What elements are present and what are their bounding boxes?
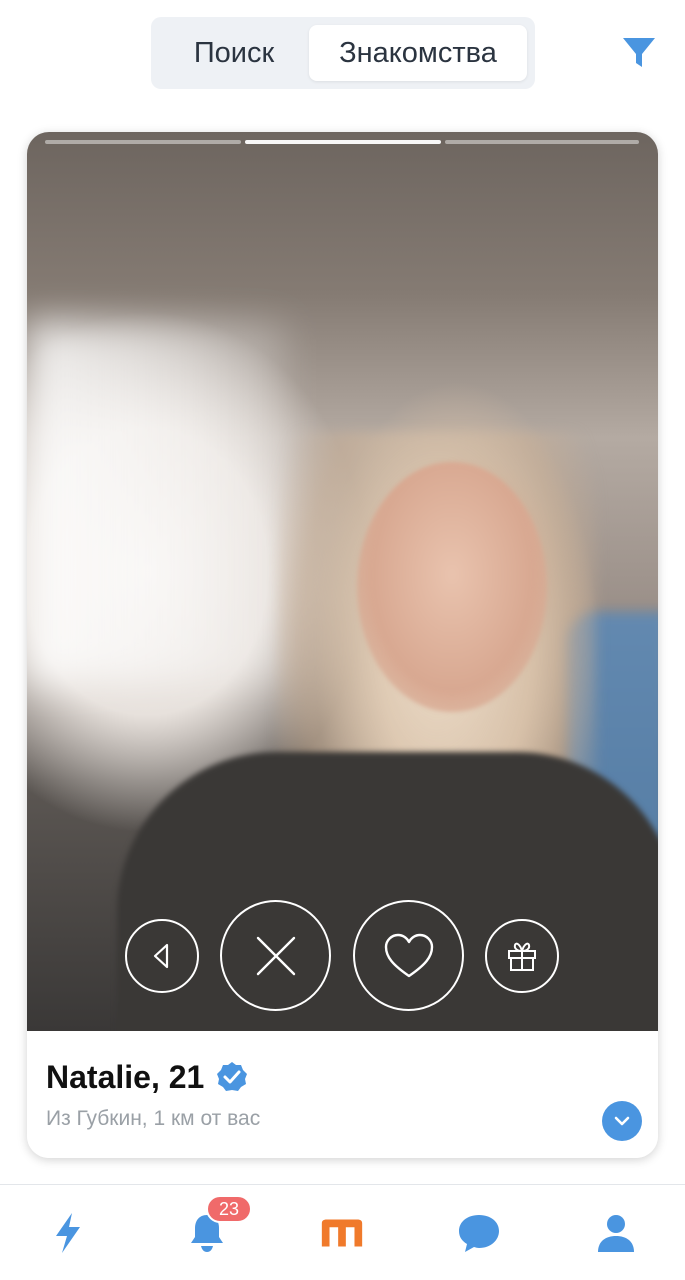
- expand-profile-button[interactable]: [602, 1101, 642, 1141]
- notifications-badge: 23: [206, 1195, 252, 1223]
- lightning-icon: [56, 1213, 80, 1253]
- verified-badge-icon: [216, 1061, 248, 1093]
- gift-button[interactable]: [485, 919, 559, 993]
- profile-photo[interactable]: [27, 132, 658, 1031]
- photo-progress-segment-active: [245, 140, 441, 144]
- profile-location: Из Губкин, 1 км от вас: [46, 1107, 261, 1130]
- profile-name-age: Natalie, 21: [46, 1059, 205, 1095]
- dislike-button[interactable]: [220, 900, 331, 1011]
- chevron-down-icon: [614, 1116, 630, 1126]
- dislike-x-icon: [256, 936, 295, 975]
- profile-info: Natalie, 21 Из Губкин, 1 км от вас: [27, 1031, 658, 1158]
- photo-window-glare: [27, 322, 287, 682]
- nav-messages[interactable]: [455, 1209, 503, 1257]
- profile-icon: [598, 1215, 634, 1252]
- nav-profile[interactable]: [592, 1209, 640, 1257]
- tab-search[interactable]: Поиск: [159, 25, 309, 81]
- chat-bubble-icon: [459, 1215, 499, 1252]
- tab-dating[interactable]: Знакомства: [309, 25, 527, 81]
- filter-icon[interactable]: [620, 34, 658, 72]
- profile-card[interactable]: Natalie, 21 Из Губкин, 1 км от вас: [27, 132, 658, 1158]
- back-icon: [153, 943, 169, 969]
- meet-logo-icon: [321, 1219, 363, 1247]
- like-button[interactable]: [353, 900, 464, 1011]
- photo-progress-segment: [445, 140, 639, 144]
- gift-icon: [508, 942, 536, 971]
- dating-screen: Поиск Знакомства Natalie, 21 Из Губкин, …: [0, 0, 685, 1280]
- mode-switcher: Поиск Знакомства: [151, 17, 535, 89]
- nav-meet[interactable]: [318, 1209, 366, 1257]
- nav-lightning[interactable]: [44, 1209, 92, 1257]
- photo-face: [357, 462, 547, 712]
- like-heart-icon: [384, 933, 433, 977]
- bottom-navigation: [0, 1184, 685, 1280]
- back-button[interactable]: [125, 919, 199, 993]
- photo-progress-segment: [45, 140, 241, 144]
